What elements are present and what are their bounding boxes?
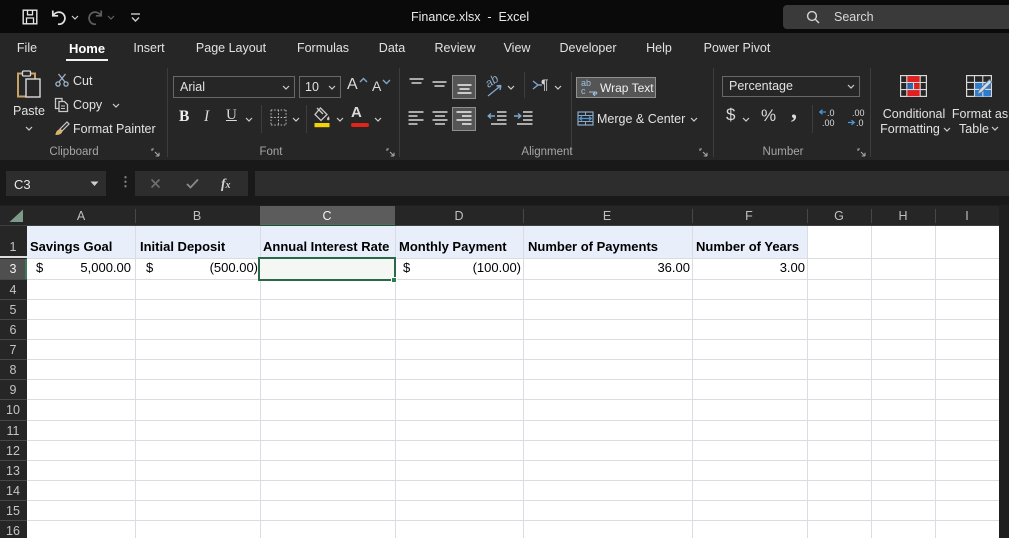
svg-text:.00: .00 [822,118,835,128]
svg-text:.00: .00 [852,108,865,118]
svg-text:.0: .0 [827,108,835,118]
svg-text:.0: .0 [856,118,864,128]
